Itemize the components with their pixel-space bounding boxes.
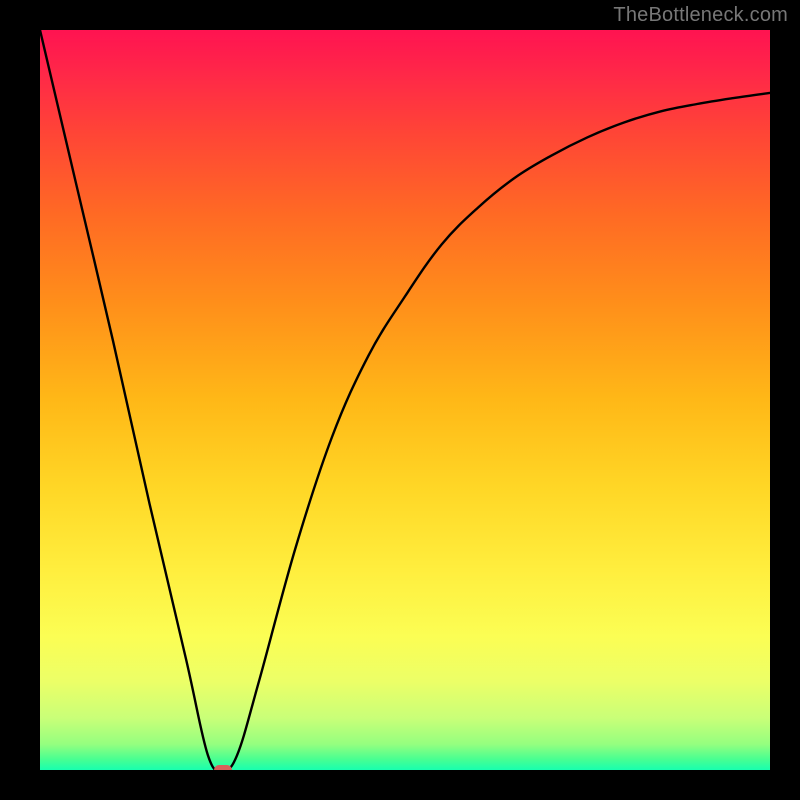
bottleneck-curve-path [40,30,770,770]
plot-area [40,30,770,770]
curve-layer [40,30,770,770]
minimum-marker [214,765,232,770]
watermark-text: TheBottleneck.com [613,4,788,27]
chart-frame: TheBottleneck.com [0,0,800,800]
